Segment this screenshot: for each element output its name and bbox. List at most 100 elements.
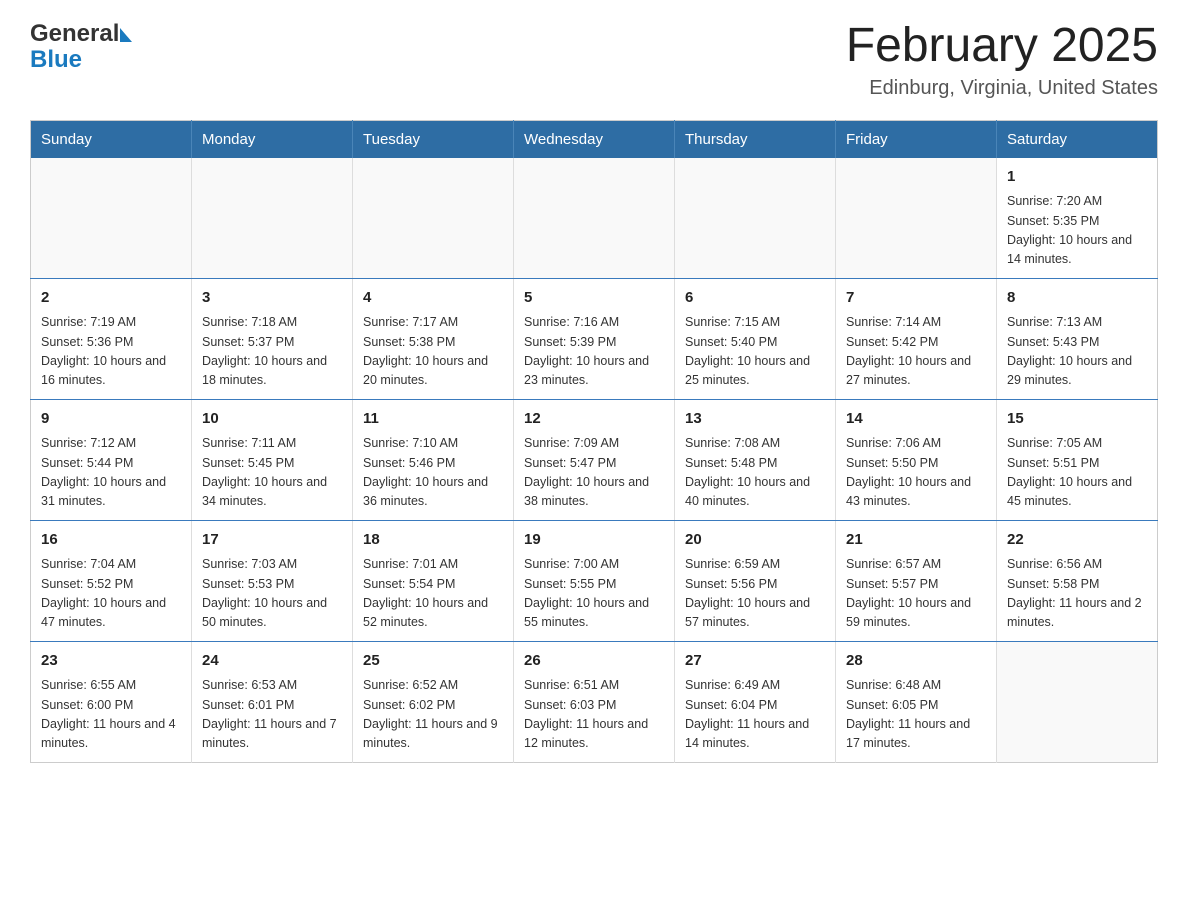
day-number: 8 [1007, 287, 1147, 310]
calendar-day-cell: 4Sunrise: 7:17 AM Sunset: 5:38 PM Daylig… [353, 278, 514, 399]
calendar-day-header: Thursday [675, 120, 836, 158]
logo-general-text: General [30, 20, 119, 48]
page-header: General Blue February 2025 Edinburg, Vir… [30, 20, 1158, 100]
day-info: Sunrise: 6:49 AM Sunset: 6:04 PM Dayligh… [685, 676, 825, 754]
calendar-day-cell: 7 Sunrise: 7:14 AM Sunset: 5:42 PM Daylig… [836, 278, 997, 399]
calendar-day-cell: 24 Sunrise: 6:53 AM Sunset: 6:01 PM Dayli… [192, 641, 353, 762]
calendar-day-cell: 2 Sunrise: 7:19 AM Sunset: 5:36 PM Daylig… [31, 278, 192, 399]
day-number: 3 [202, 287, 342, 310]
day-info: Sunrise: 7:16 AM Sunset: 5:39 PM Dayligh… [524, 313, 664, 391]
calendar-day-cell: 8 Sunrise: 7:13 AM Sunset: 5:43 PM Daylig… [997, 278, 1158, 399]
calendar-day-cell: 20Sunrise: 6:59 AM Sunset: 5:56 PM Dayli… [675, 520, 836, 641]
calendar-day-cell: 25 Sunrise: 6:52 AM Sunset: 6:02 PM Dayli… [353, 641, 514, 762]
day-number: 17 [202, 529, 342, 552]
month-title: February 2025 [846, 20, 1158, 73]
calendar-day-cell: 15 Sunrise: 7:05 AM Sunset: 5:51 PM Dayli… [997, 399, 1158, 520]
day-info: Sunrise: 7:09 AM Sunset: 5:47 PM Dayligh… [524, 434, 664, 512]
title-block: February 2025 Edinburg, Virginia, United… [846, 20, 1158, 100]
day-info: Sunrise: 7:19 AM Sunset: 5:36 PM Dayligh… [41, 313, 181, 391]
day-number: 7 [846, 287, 986, 310]
calendar-day-cell [353, 158, 514, 279]
day-number: 19 [524, 529, 664, 552]
day-number: 23 [41, 650, 181, 673]
logo: General Blue [30, 20, 132, 74]
calendar-day-cell: 22Sunrise: 6:56 AM Sunset: 5:58 PM Dayli… [997, 520, 1158, 641]
day-number: 13 [685, 408, 825, 431]
day-info: Sunrise: 6:52 AM Sunset: 6:02 PM Dayligh… [363, 676, 503, 754]
day-number: 12 [524, 408, 664, 431]
day-info: Sunrise: 7:11 AM Sunset: 5:45 PM Dayligh… [202, 434, 342, 512]
day-info: Sunrise: 6:57 AM Sunset: 5:57 PM Dayligh… [846, 555, 986, 633]
calendar-day-cell: 9 Sunrise: 7:12 AM Sunset: 5:44 PM Daylig… [31, 399, 192, 520]
day-number: 9 [41, 408, 181, 431]
day-info: Sunrise: 7:06 AM Sunset: 5:50 PM Dayligh… [846, 434, 986, 512]
calendar-day-cell: 28 Sunrise: 6:48 AM Sunset: 6:05 PM Dayli… [836, 641, 997, 762]
day-info: Sunrise: 6:55 AM Sunset: 6:00 PM Dayligh… [41, 676, 181, 754]
day-number: 16 [41, 529, 181, 552]
day-info: Sunrise: 6:51 AM Sunset: 6:03 PM Dayligh… [524, 676, 664, 754]
day-info: Sunrise: 7:18 AM Sunset: 5:37 PM Dayligh… [202, 313, 342, 391]
calendar-day-header: Tuesday [353, 120, 514, 158]
calendar-day-cell: 19Sunrise: 7:00 AM Sunset: 5:55 PM Dayli… [514, 520, 675, 641]
calendar-day-cell [675, 158, 836, 279]
day-number: 18 [363, 529, 503, 552]
calendar-week-row: 2 Sunrise: 7:19 AM Sunset: 5:36 PM Daylig… [31, 278, 1158, 399]
calendar-day-cell [997, 641, 1158, 762]
day-info: Sunrise: 7:03 AM Sunset: 5:53 PM Dayligh… [202, 555, 342, 633]
calendar-day-cell: 23 Sunrise: 6:55 AM Sunset: 6:00 PM Dayli… [31, 641, 192, 762]
calendar-day-header: Monday [192, 120, 353, 158]
location-text: Edinburg, Virginia, United States [846, 77, 1158, 100]
day-number: 2 [41, 287, 181, 310]
calendar-day-cell: 1 Sunrise: 7:20 AM Sunset: 5:35 PM Daylig… [997, 158, 1158, 279]
calendar-day-cell: 17 Sunrise: 7:03 AM Sunset: 5:53 PM Dayli… [192, 520, 353, 641]
day-info: Sunrise: 7:04 AM Sunset: 5:52 PM Dayligh… [41, 555, 181, 633]
day-info: Sunrise: 7:10 AM Sunset: 5:46 PM Dayligh… [363, 434, 503, 512]
calendar-day-cell: 21 Sunrise: 6:57 AM Sunset: 5:57 PM Dayli… [836, 520, 997, 641]
day-info: Sunrise: 6:48 AM Sunset: 6:05 PM Dayligh… [846, 676, 986, 754]
day-number: 26 [524, 650, 664, 673]
day-info: Sunrise: 7:08 AM Sunset: 5:48 PM Dayligh… [685, 434, 825, 512]
calendar-day-cell [514, 158, 675, 279]
calendar-day-cell: 5 Sunrise: 7:16 AM Sunset: 5:39 PM Daylig… [514, 278, 675, 399]
day-info: Sunrise: 7:01 AM Sunset: 5:54 PM Dayligh… [363, 555, 503, 633]
calendar-header-row: SundayMondayTuesdayWednesdayThursdayFrid… [31, 120, 1158, 158]
calendar-week-row: 23 Sunrise: 6:55 AM Sunset: 6:00 PM Dayli… [31, 641, 1158, 762]
calendar-day-cell: 27 Sunrise: 6:49 AM Sunset: 6:04 PM Dayli… [675, 641, 836, 762]
day-info: Sunrise: 7:20 AM Sunset: 5:35 PM Dayligh… [1007, 192, 1147, 270]
day-number: 24 [202, 650, 342, 673]
calendar-week-row: 9 Sunrise: 7:12 AM Sunset: 5:44 PM Daylig… [31, 399, 1158, 520]
day-number: 1 [1007, 166, 1147, 189]
day-info: Sunrise: 7:15 AM Sunset: 5:40 PM Dayligh… [685, 313, 825, 391]
calendar-day-cell: 26 Sunrise: 6:51 AM Sunset: 6:03 PM Dayli… [514, 641, 675, 762]
day-info: Sunrise: 7:14 AM Sunset: 5:42 PM Dayligh… [846, 313, 986, 391]
day-number: 20 [685, 529, 825, 552]
day-number: 5 [524, 287, 664, 310]
calendar-day-header: Wednesday [514, 120, 675, 158]
day-number: 28 [846, 650, 986, 673]
day-info: Sunrise: 7:05 AM Sunset: 5:51 PM Dayligh… [1007, 434, 1147, 512]
logo-blue-text: Blue [30, 46, 82, 74]
day-number: 21 [846, 529, 986, 552]
calendar-day-header: Sunday [31, 120, 192, 158]
day-number: 10 [202, 408, 342, 431]
day-number: 11 [363, 408, 503, 431]
calendar-day-cell: 18 Sunrise: 7:01 AM Sunset: 5:54 PM Dayli… [353, 520, 514, 641]
day-number: 14 [846, 408, 986, 431]
day-number: 4 [363, 287, 503, 310]
calendar-day-cell: 16 Sunrise: 7:04 AM Sunset: 5:52 PM Dayli… [31, 520, 192, 641]
calendar-day-cell: 10 Sunrise: 7:11 AM Sunset: 5:45 PM Dayli… [192, 399, 353, 520]
calendar-day-cell [836, 158, 997, 279]
day-number: 15 [1007, 408, 1147, 431]
calendar-day-cell [192, 158, 353, 279]
calendar-day-cell: 14 Sunrise: 7:06 AM Sunset: 5:50 PM Dayli… [836, 399, 997, 520]
calendar-day-header: Saturday [997, 120, 1158, 158]
day-number: 25 [363, 650, 503, 673]
day-info: Sunrise: 7:13 AM Sunset: 5:43 PM Dayligh… [1007, 313, 1147, 391]
day-number: 22 [1007, 529, 1147, 552]
day-info: Sunrise: 7:12 AM Sunset: 5:44 PM Dayligh… [41, 434, 181, 512]
day-info: Sunrise: 6:53 AM Sunset: 6:01 PM Dayligh… [202, 676, 342, 754]
day-number: 27 [685, 650, 825, 673]
calendar-day-cell: 13 Sunrise: 7:08 AM Sunset: 5:48 PM Dayli… [675, 399, 836, 520]
calendar-day-header: Friday [836, 120, 997, 158]
calendar-day-cell [31, 158, 192, 279]
